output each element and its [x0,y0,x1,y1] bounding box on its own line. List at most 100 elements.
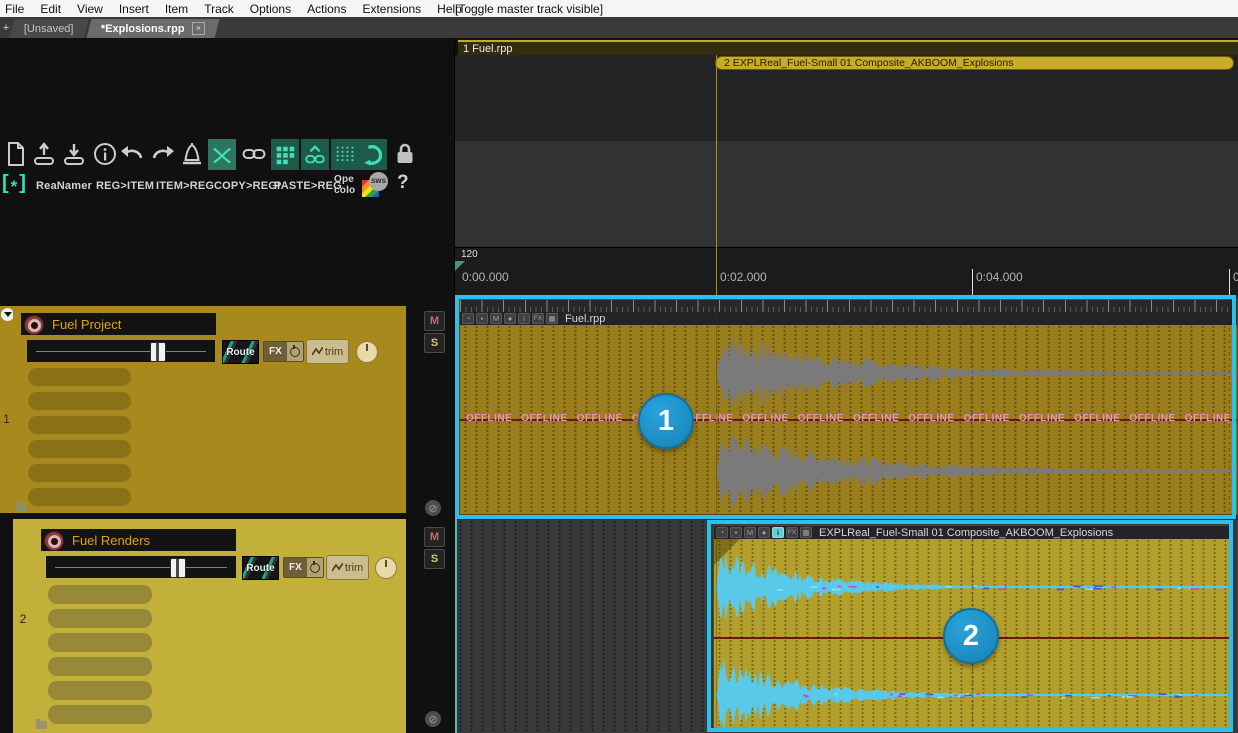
new-project-icon[interactable] [3,141,29,167]
arrange-empty-upper [455,70,1238,141]
track1-volume-handle[interactable] [150,342,166,362]
copy-region-button[interactable]: COPY>REGI [214,180,280,192]
menu-insert[interactable]: Insert [114,2,154,16]
menu-actions[interactable]: Actions [302,2,351,16]
tab-close-icon[interactable]: × [191,22,204,35]
menu-item[interactable]: Item [160,2,193,16]
track1-automation-off-icon[interactable]: ⊘ [425,500,441,516]
tempo-marker[interactable]: 120 [461,249,478,260]
sws-icon[interactable]: SWS [362,172,388,198]
track2-io-slot [48,585,152,604]
region-explosions[interactable]: 2 EXPLReal_Fuel-Small 01 Composite_AKBOO… [715,56,1234,70]
save-project-icon[interactable] [61,141,87,167]
ruler-label-2: 0:02.000 [720,270,767,284]
track2-name-box[interactable]: Fuel Renders [41,529,236,551]
asterisk-icon: * [11,176,18,192]
callout-1: 1 [638,393,694,449]
menu-view[interactable]: View [72,2,108,16]
track1-route-button[interactable]: Route [222,340,259,364]
region1-label: 1 Fuel.rpp [463,43,513,55]
ripple-icon[interactable] [331,139,359,170]
region-to-item-button[interactable]: REG>ITEM [96,180,154,192]
ruler-tick-4s [972,269,973,297]
region2-label: 2 EXPLReal_Fuel-Small 01 Composite_AKBOO… [724,57,1013,69]
lock-icon[interactable] [392,141,418,167]
reaper-window: File Edit View Insert Item Track Options… [0,0,1238,733]
loop-icon[interactable] [359,139,387,170]
item-to-region-button[interactable]: ITEM>REG [156,180,214,192]
menu-extensions[interactable]: Extensions [357,2,426,16]
fx-power-icon[interactable] [307,558,323,577]
help-button[interactable]: ? [397,172,409,194]
track1-trim-button[interactable]: trim [306,339,349,364]
envelope-icon [312,347,323,356]
tab-unsaved-label: [Unsaved] [24,23,74,35]
track1-mute-button[interactable]: M [424,311,445,331]
track1-left-strip [0,306,13,513]
track2-folder-icon[interactable] [36,721,47,729]
menu-bar: File Edit View Insert Item Track Options… [0,0,1238,17]
menu-track[interactable]: Track [199,2,239,16]
track1-pan-knob[interactable] [356,341,378,363]
record-ring [48,535,61,548]
track1-name-box[interactable]: Fuel Project [21,313,216,335]
action-marker-icon[interactable]: [*] [2,172,26,195]
track1-panel[interactable]: Fuel Project Route FX trim [13,306,406,513]
track1-volume-slider[interactable] [27,340,215,362]
paste-region-button[interactable]: PASTE>REG [274,180,342,192]
track2-pan-knob[interactable] [375,557,397,579]
tab-unsaved[interactable]: [Unsaved] [10,19,88,38]
grid-icon[interactable] [271,139,299,170]
track2-automation-off-icon[interactable]: ⊘ [425,711,441,727]
timeline-ruler[interactable]: 120 0:00.000 0:02.000 0:04.000 0 [455,247,1238,296]
track2-solo-button[interactable]: S [424,549,445,569]
track2-name: Fuel Renders [72,533,150,548]
track1-record-arm-icon[interactable] [24,315,44,335]
ruler-label-0: 0:00.000 [462,270,509,284]
callout-2: 2 [943,608,999,664]
link-icon[interactable] [241,141,267,167]
open-project-icon[interactable] [31,141,57,167]
undo-icon[interactable] [119,141,145,167]
track2-io-slot [48,633,152,652]
ruler-label-6-partial: 0 [1233,270,1238,284]
track2-io-slot [48,681,152,700]
slider-groove [55,567,227,568]
tab-explosions[interactable]: *Explosions.rpp × [86,19,218,38]
track1-io-slot [28,464,131,482]
region-fuel-rpp[interactable]: 1 Fuel.rpp [458,40,1238,55]
reanamer-button[interactable]: ReaNamer [36,180,92,192]
track2-panel[interactable]: Fuel Renders Route FX trim [33,519,406,733]
track2-mute-button[interactable]: M [424,527,445,547]
envelope-icon [332,563,343,572]
info-icon[interactable] [92,141,118,167]
trim-label: trim [325,346,343,358]
tab-explosions-label: *Explosions.rpp [101,23,185,35]
track2-volume-slider[interactable] [46,556,236,578]
track2-fx-button[interactable]: FX [283,557,324,578]
arrange-empty-lower [455,141,1238,247]
menu-edit[interactable]: Edit [35,2,66,16]
track1-folder-icon[interactable] [16,503,27,511]
crossfade-icon[interactable] [208,139,236,170]
track1-solo-button[interactable]: S [424,333,445,353]
record-ring [28,319,41,332]
track2-volume-handle[interactable] [170,558,186,578]
ruler-tick-6s [1229,269,1230,297]
menu-toggle-master[interactable]: [Toggle master track visible] [455,2,603,16]
open-color-button[interactable]: Ope [334,174,354,185]
track2-route-button[interactable]: Route [242,556,279,580]
fx-label: FX [264,342,287,361]
metronome-icon[interactable] [179,141,205,167]
track1-io-slot [28,440,131,458]
slider-groove [36,351,206,352]
menu-file[interactable]: File [0,2,29,16]
track2-trim-button[interactable]: trim [326,555,369,580]
track1-fx-button[interactable]: FX [263,341,304,362]
redo-icon[interactable] [150,141,176,167]
menu-options[interactable]: Options [245,2,296,16]
track2-record-arm-icon[interactable] [44,531,64,551]
snap-link-icon[interactable] [301,139,329,170]
fx-power-icon[interactable] [287,342,303,361]
track2-left-strip [13,519,33,733]
